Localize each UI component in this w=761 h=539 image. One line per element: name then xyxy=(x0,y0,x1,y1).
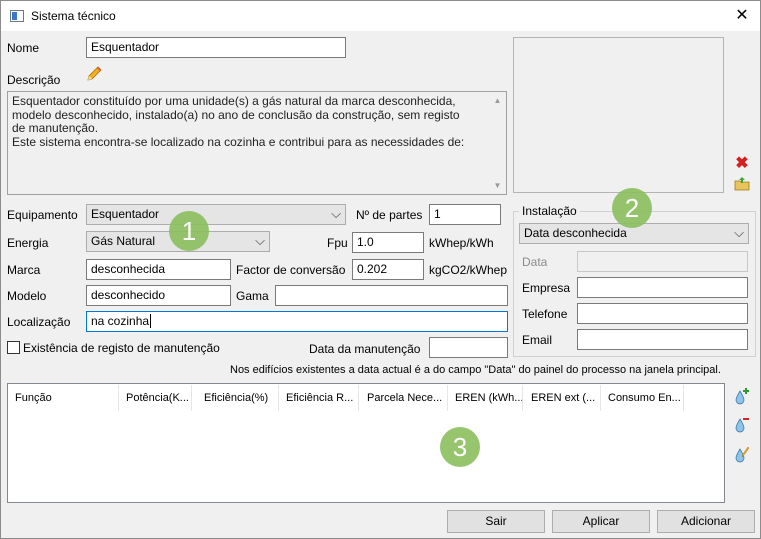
gama-input[interactable] xyxy=(275,285,508,306)
empresa-label: Empresa xyxy=(522,281,571,295)
equipamento-select[interactable]: Esquentador ⌵ xyxy=(86,204,346,225)
registo-label: Existência de registo de manutenção xyxy=(23,341,220,355)
annotation-badge: 2 xyxy=(612,188,652,228)
empresa-input[interactable] xyxy=(577,277,748,298)
scroll-down-icon[interactable]: ▼ xyxy=(490,178,505,193)
functions-table[interactable]: Função Potência(K... Eficiência(%) Efici… xyxy=(7,383,725,503)
instalacao-title: Instalação xyxy=(519,204,580,218)
localizacao-value: na cozinha xyxy=(91,314,150,328)
registo-checkbox[interactable] xyxy=(7,341,20,354)
marca-label: Marca xyxy=(7,263,41,277)
column-header[interactable]: Função xyxy=(9,385,119,411)
image-preview xyxy=(513,37,724,193)
aplicar-button[interactable]: Aplicar xyxy=(552,510,650,533)
telefone-label: Telefone xyxy=(522,307,568,321)
descricao-scrollbar[interactable]: ▲ ▼ xyxy=(490,93,505,193)
data-input xyxy=(577,251,748,272)
close-icon[interactable]: ✕ xyxy=(730,4,754,28)
fpu-label: Fpu xyxy=(327,236,348,250)
column-header[interactable]: EREN (kWh... xyxy=(449,385,523,411)
energia-value: Gás Natural xyxy=(91,234,156,248)
localizacao-input[interactable]: na cozinha xyxy=(86,311,508,332)
nome-input[interactable]: Esquentador xyxy=(86,37,346,58)
chevron-down-icon: ⌵ xyxy=(331,206,341,221)
descricao-label: Descrição xyxy=(7,73,61,87)
red-x-icon[interactable]: ✖ xyxy=(734,156,750,172)
column-header[interactable]: Potência(K... xyxy=(120,385,192,411)
remove-row-icon[interactable] xyxy=(734,415,750,433)
chevron-down-icon: ⌵ xyxy=(255,233,265,248)
descricao-line: Este sistema encontra-se localizado na c… xyxy=(12,134,465,149)
telefone-input[interactable] xyxy=(577,303,748,324)
instalacao-value: Data desconhecida xyxy=(524,226,627,240)
descricao-line: de manutenção. xyxy=(12,121,99,135)
descricao-line: Esquentador constituído por uma unidade(… xyxy=(12,94,456,108)
factor-input[interactable]: 0.202 xyxy=(352,259,424,280)
factor-unit: kgCO2/kWhep xyxy=(429,263,508,277)
adicionar-button[interactable]: Adicionar xyxy=(657,510,755,533)
energia-label: Energia xyxy=(7,236,49,250)
title-bar: Sistema técnico ✕ xyxy=(1,1,760,31)
pencil-icon[interactable] xyxy=(85,65,103,83)
fpu-input[interactable]: 1.0 xyxy=(352,232,424,253)
sair-button[interactable]: Sair xyxy=(447,510,545,533)
annotation-badge: 1 xyxy=(169,211,209,251)
data-manutencao-label: Data da manutenção xyxy=(309,342,421,356)
column-header[interactable]: Parcela Nece... xyxy=(361,385,448,411)
data-manutencao-input[interactable] xyxy=(429,337,508,358)
app-icon xyxy=(10,10,24,22)
dialog-window: Sistema técnico ✕ Nome Esquentador Descr… xyxy=(0,0,761,539)
descricao-line: modelo desconhecido, instalado(a) no ano… xyxy=(12,107,460,122)
equipamento-label: Equipamento xyxy=(7,208,78,222)
gama-label: Gama xyxy=(236,289,269,303)
n-partes-label: Nº de partes xyxy=(356,208,423,222)
text-cursor xyxy=(150,314,152,328)
localizacao-label: Localização xyxy=(7,315,71,329)
add-row-icon[interactable] xyxy=(734,387,750,405)
info-note: Nos edifícios existentes a data actual é… xyxy=(230,364,721,376)
factor-label: Factor de conversão xyxy=(236,263,346,277)
column-header[interactable]: Consumo En... xyxy=(602,385,684,411)
equipamento-value: Esquentador xyxy=(91,207,160,221)
folder-icon[interactable] xyxy=(734,176,750,192)
column-header[interactable]: Eficiência(%) xyxy=(198,385,279,411)
scroll-up-icon[interactable]: ▲ xyxy=(490,93,505,108)
column-header[interactable]: Eficiência R... xyxy=(280,385,359,411)
email-label: Email xyxy=(522,333,553,347)
data-label: Data xyxy=(522,255,548,269)
chevron-down-icon: ⌵ xyxy=(734,225,744,240)
modelo-input[interactable]: desconhecido xyxy=(86,285,231,306)
modelo-label: Modelo xyxy=(7,289,47,303)
window-title: Sistema técnico xyxy=(31,9,116,23)
descricao-textarea[interactable]: Esquentador constituído por uma unidade(… xyxy=(7,91,507,195)
nome-label: Nome xyxy=(7,41,40,55)
n-partes-input[interactable]: 1 xyxy=(429,204,501,225)
edit-row-icon[interactable] xyxy=(734,445,750,463)
annotation-badge: 3 xyxy=(440,427,480,467)
fpu-unit: kWhep/kWh xyxy=(429,236,494,250)
column-header[interactable]: EREN ext (... xyxy=(525,385,601,411)
marca-input[interactable]: desconhecida xyxy=(86,259,231,280)
email-input[interactable] xyxy=(577,329,748,350)
